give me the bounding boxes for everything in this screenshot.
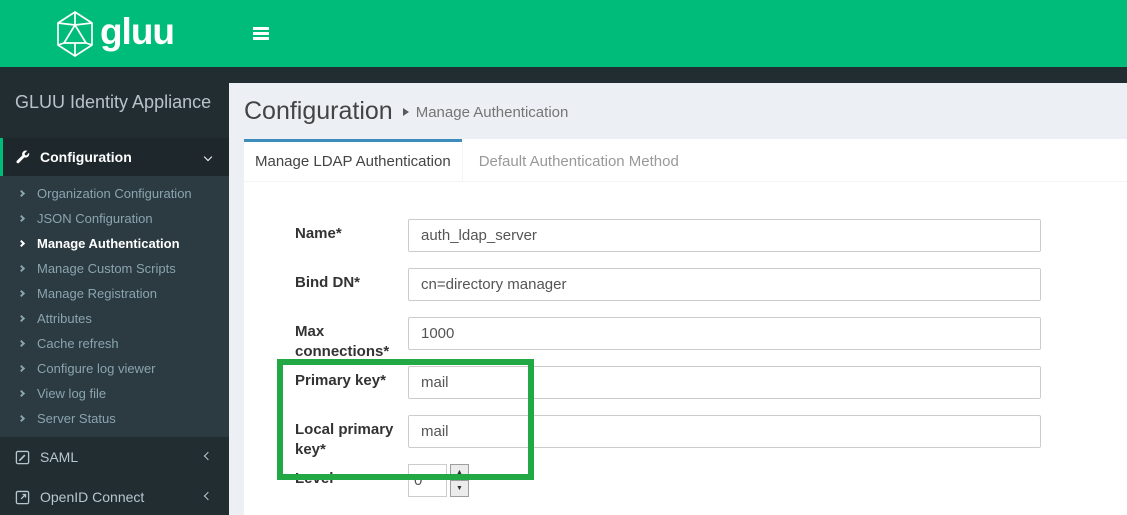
sidebar-item-json-configuration[interactable]: JSON Configuration <box>0 206 229 231</box>
external-link-square-icon <box>15 490 30 505</box>
sidebar-item-configure-log-viewer[interactable]: Configure log viewer <box>0 356 229 381</box>
bind-dn-label: Bind DN* <box>295 274 360 291</box>
chevron-left-icon <box>203 451 213 461</box>
chevron-right-icon <box>17 239 26 248</box>
sidebar-item-view-log-file[interactable]: View log file <box>0 381 229 406</box>
chevron-left-icon <box>203 491 213 501</box>
sidebar-item-label: Configuration <box>40 149 132 165</box>
gluu-logo[interactable]: gluu <box>0 0 229 67</box>
sidebar-item-manage-custom-scripts[interactable]: Manage Custom Scripts <box>0 256 229 281</box>
content-top-strip <box>229 67 1127 83</box>
top-navbar: gluu <box>0 0 1127 67</box>
sidebar-item-label: SAML <box>40 449 79 465</box>
max-connections-label: Max connections* <box>295 323 390 361</box>
bind-dn-input[interactable] <box>408 268 1041 301</box>
main-content: Configuration Manage Authentication Mana… <box>229 67 1127 515</box>
appliance-title: GLUU Identity Appliance <box>15 92 212 112</box>
tab-manage-ldap-authentication[interactable]: Manage LDAP Authentication <box>244 139 462 181</box>
chevron-right-icon <box>17 414 26 423</box>
chevron-right-icon <box>17 289 26 298</box>
spinner-up-button[interactable]: ▲ <box>451 465 468 481</box>
primary-key-input[interactable] <box>408 366 1041 399</box>
chevron-right-icon <box>17 314 26 323</box>
sidebar-item-manage-authentication[interactable]: Manage Authentication <box>0 231 229 256</box>
sidebar: GLUU Identity Appliance Configuration Or… <box>0 67 229 515</box>
sidebar-item-attributes[interactable]: Attributes <box>0 306 229 331</box>
level-input[interactable] <box>408 464 447 497</box>
sidebar-toggle-button[interactable] <box>253 25 269 43</box>
form-row-name: Name* <box>295 219 1127 252</box>
top-navstrip <box>229 0 1127 67</box>
sidebar-item-configuration[interactable]: Configuration <box>0 138 229 176</box>
breadcrumb: Manage Authentication <box>415 104 569 121</box>
level-label: Level <box>295 470 334 487</box>
chevron-right-icon <box>17 214 26 223</box>
sidebar-item-label: OpenID Connect <box>40 489 145 505</box>
content-header: Configuration Manage Authentication <box>229 83 1127 139</box>
chevron-right-icon <box>17 364 26 373</box>
sidebar-item-saml[interactable]: SAML <box>0 437 229 477</box>
primary-key-label: Primary key* <box>295 372 386 389</box>
chevron-right-icon <box>17 264 26 273</box>
form-row-level: Level ▲ ▼ <box>295 464 1127 497</box>
logo-text: gluu <box>99 11 175 52</box>
pencil-square-icon <box>15 450 30 465</box>
hamburger-icon <box>253 27 269 30</box>
chevron-right-icon <box>17 189 26 198</box>
tab-default-authentication-method[interactable]: Default Authentication Method <box>461 139 695 181</box>
tab-bar: Manage LDAP Authentication Default Authe… <box>244 139 1127 182</box>
configuration-submenu: Organization Configuration JSON Configur… <box>0 176 229 437</box>
chevron-right-icon <box>17 389 26 398</box>
sidebar-item-manage-registration[interactable]: Manage Registration <box>0 281 229 306</box>
level-spinner: ▲ ▼ <box>450 464 469 497</box>
max-connections-input[interactable] <box>408 317 1041 350</box>
gluu-logo-icon <box>55 10 95 57</box>
chevron-down-icon <box>203 152 213 162</box>
sidebar-item-server-status[interactable]: Server Status <box>0 406 229 431</box>
name-label: Name* <box>295 225 342 242</box>
breadcrumb-arrow-icon <box>402 108 409 116</box>
local-primary-key-input[interactable] <box>408 415 1041 448</box>
form-row-bind-dn: Bind DN* <box>295 268 1127 301</box>
name-input[interactable] <box>408 219 1041 252</box>
sidebar-item-openid-connect[interactable]: OpenID Connect <box>0 477 229 515</box>
sidebar-item-organization-configuration[interactable]: Organization Configuration <box>0 181 229 206</box>
wrench-icon <box>15 149 30 165</box>
local-primary-key-label: Local primary key* <box>295 421 394 459</box>
form-row-max-connections: Max connections* <box>295 317 1127 361</box>
sidebar-item-cache-refresh[interactable]: Cache refresh <box>0 331 229 356</box>
form-row-local-primary-key: Local primary key* <box>295 415 1127 459</box>
form-row-primary-key: Primary key* <box>295 366 1127 399</box>
page-title: Configuration <box>244 96 393 125</box>
spinner-down-button[interactable]: ▼ <box>451 481 468 496</box>
chevron-right-icon <box>17 339 26 348</box>
ldap-authentication-form: Name* Bind DN* Max connections* Primary … <box>244 182 1127 515</box>
